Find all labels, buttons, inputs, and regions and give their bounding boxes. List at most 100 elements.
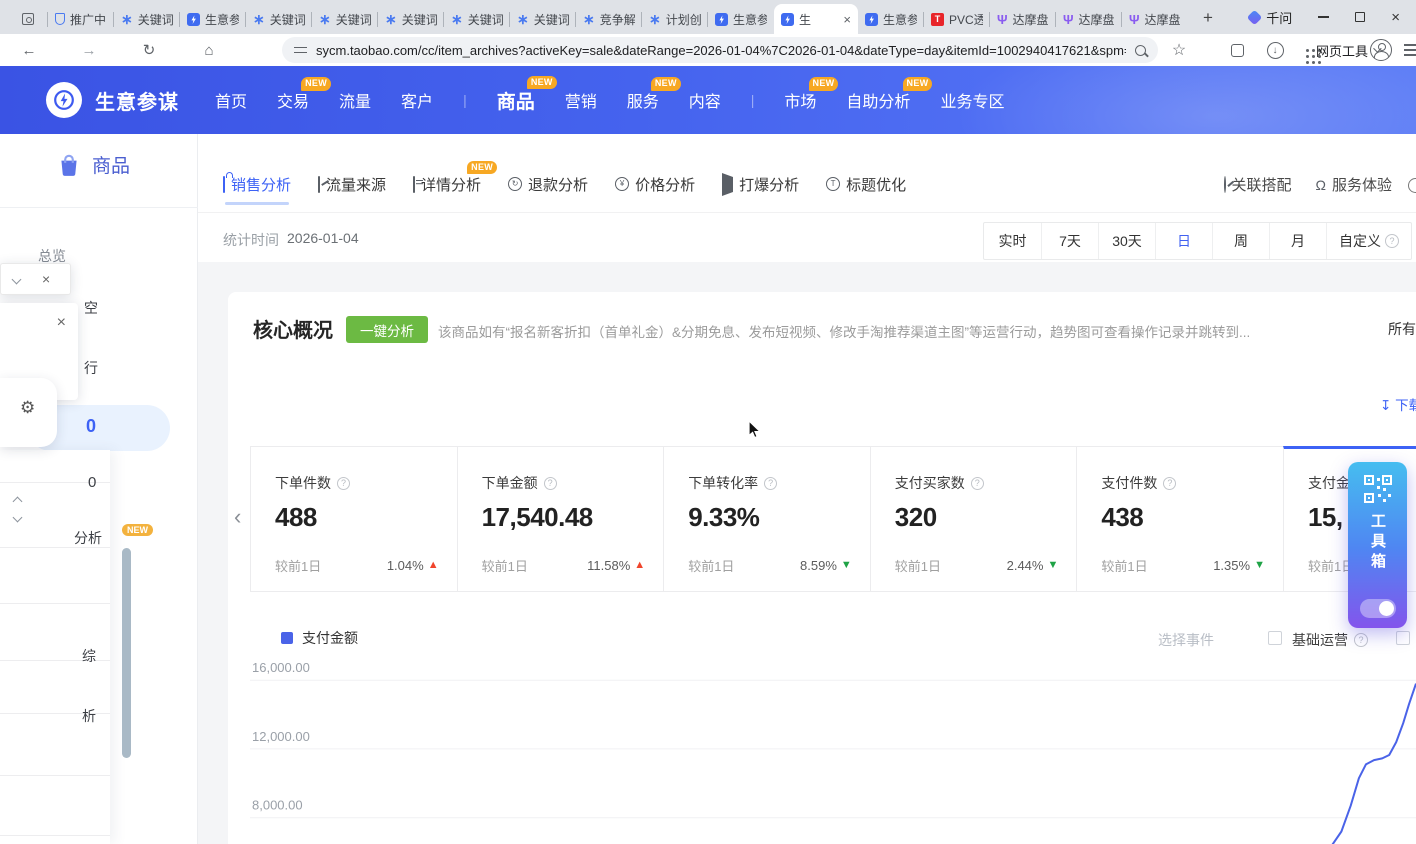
- nav-item-service[interactable]: 服务NEW: [627, 88, 659, 112]
- one-click-analyze-button[interactable]: 一键分析: [346, 316, 428, 343]
- browser-tab[interactable]: Ψ达摩盘: [990, 4, 1056, 34]
- clock-icon[interactable]: [1408, 178, 1416, 193]
- range-month[interactable]: 月: [1269, 223, 1326, 259]
- zoom-icon[interactable]: [1135, 45, 1146, 56]
- browser-tab[interactable]: TPVC透: [924, 4, 990, 34]
- url-text[interactable]: sycm.taobao.com/cc/item_archives?activeK…: [316, 43, 1126, 58]
- toolbox-toggle[interactable]: [1360, 599, 1396, 618]
- qianwen-button[interactable]: 千问: [1249, 8, 1292, 27]
- range-30d[interactable]: 30天: [1098, 223, 1155, 259]
- nav-item-content[interactable]: 内容: [689, 88, 721, 112]
- nav-item-market[interactable]: 市场NEW: [784, 88, 816, 112]
- tab-detail-analysis[interactable]: 详情分析NEW: [413, 174, 481, 201]
- help-icon[interactable]: ?: [971, 477, 984, 490]
- new-tab-button[interactable]: +: [1194, 4, 1222, 32]
- nav-item-business-zone[interactable]: 业务专区: [940, 88, 1004, 112]
- tab-related-match[interactable]: 关联搭配: [1224, 174, 1292, 201]
- forward-icon[interactable]: →: [76, 34, 102, 66]
- browser-tab[interactable]: Ψ达摩盘: [1056, 4, 1122, 34]
- gear-icon[interactable]: ⚙: [20, 398, 35, 418]
- window-maximize-button[interactable]: [1355, 12, 1365, 22]
- help-icon[interactable]: ?: [337, 477, 350, 490]
- browser-tab[interactable]: ∗关键词: [510, 4, 576, 34]
- nav-item-home[interactable]: 首页: [215, 88, 247, 112]
- tab-close-icon[interactable]: ×: [843, 12, 851, 27]
- toolbox-widget[interactable]: 工具箱: [1348, 462, 1407, 628]
- nav-item-marketing[interactable]: 营销: [565, 88, 597, 112]
- chevron-up-icon[interactable]: [13, 497, 23, 507]
- home-icon[interactable]: ⌂: [196, 34, 222, 66]
- browser-tab[interactable]: ∗竞争解: [576, 4, 642, 34]
- tab-price-analysis[interactable]: ¥价格分析: [615, 174, 695, 201]
- basic-ops-option[interactable]: 基础运营?: [1292, 630, 1368, 650]
- browser-tab[interactable]: ∗计划创: [642, 4, 708, 34]
- chevron-down-icon[interactable]: [12, 274, 22, 284]
- profile-avatar[interactable]: [1368, 34, 1394, 66]
- tab-refund-analysis[interactable]: ↻退款分析: [508, 174, 588, 201]
- floating-popup-collapsed[interactable]: ×: [0, 263, 71, 295]
- browser-tab[interactable]: ∗关键词: [312, 4, 378, 34]
- sidebar-item-partial[interactable]: 析: [82, 706, 96, 726]
- nav-item-goods[interactable]: 商品NEW: [497, 87, 535, 114]
- scrollbar-thumb[interactable]: [122, 548, 131, 758]
- nav-item-self-analysis[interactable]: 自助分析NEW: [846, 88, 910, 112]
- browser-tab[interactable]: 生意参: [180, 4, 246, 34]
- help-icon[interactable]: ?: [1354, 633, 1368, 647]
- window-minimize-button[interactable]: [1318, 16, 1329, 18]
- browser-tab[interactable]: ∗关键词: [114, 4, 180, 34]
- bookmark-star-icon[interactable]: ☆: [1166, 34, 1192, 66]
- tab-title-optimize[interactable]: T标题优化: [826, 174, 906, 201]
- sidebar-item-partial-active[interactable]: 0: [86, 416, 96, 437]
- browser-menu-icon[interactable]: [1398, 34, 1416, 66]
- sidebar-item-partial[interactable]: 空: [84, 298, 98, 318]
- sidebar-item-partial[interactable]: 分析: [74, 528, 102, 548]
- download-link[interactable]: ↧ 下载: [1380, 394, 1416, 414]
- sidebar-item-partial[interactable]: 综: [82, 646, 96, 666]
- metric-card[interactable]: 支付件数? 438 较前1日1.35%▼: [1076, 446, 1284, 592]
- back-icon[interactable]: ←: [16, 34, 42, 66]
- range-custom[interactable]: 自定义?: [1326, 223, 1411, 259]
- nav-item-traffic[interactable]: 流量: [339, 88, 371, 112]
- sidebar-item-partial[interactable]: 0: [88, 474, 96, 491]
- tab-traffic-source[interactable]: 流量来源: [318, 174, 386, 201]
- browser-tab[interactable]: Ψ达摩盘: [1122, 4, 1188, 34]
- help-icon[interactable]: ?: [544, 477, 557, 490]
- chevron-down-icon[interactable]: [13, 513, 23, 523]
- nav-item-trade[interactable]: 交易NEW: [277, 88, 309, 112]
- nav-item-customer[interactable]: 客户: [401, 88, 433, 112]
- range-realtime[interactable]: 实时: [984, 223, 1041, 259]
- tab-service-experience[interactable]: Ω服务体验: [1316, 174, 1392, 201]
- tab-sales-analysis[interactable]: 销售分析: [223, 174, 291, 201]
- browser-tab[interactable]: [8, 4, 48, 34]
- site-settings-icon[interactable]: [294, 45, 307, 56]
- terminal-filter-dropdown[interactable]: 所有: [1388, 319, 1416, 339]
- browser-tab[interactable]: 生意参: [708, 4, 774, 34]
- range-week[interactable]: 周: [1212, 223, 1269, 259]
- browser-tab[interactable]: 推广中: [48, 4, 114, 34]
- extensions-icon[interactable]: [1224, 34, 1250, 66]
- metric-card[interactable]: 下单转化率? 9.33% 较前1日8.59%▼: [663, 446, 871, 592]
- checkbox-second-option[interactable]: [1396, 631, 1410, 645]
- settings-mini-panel[interactable]: ⚙: [0, 378, 57, 447]
- browser-tab[interactable]: ∗关键词: [246, 4, 312, 34]
- checkbox-basic-ops[interactable]: [1268, 631, 1282, 645]
- reload-icon[interactable]: ↻: [136, 34, 162, 66]
- browser-tab[interactable]: ∗关键词: [444, 4, 510, 34]
- tab-hit-analysis[interactable]: 打爆分析: [722, 174, 799, 201]
- download-icon[interactable]: ↓: [1262, 34, 1288, 66]
- metric-card[interactable]: 下单件数? 488 较前1日1.04%▲: [250, 446, 458, 592]
- help-icon[interactable]: ?: [764, 477, 777, 490]
- sidebar-item-partial[interactable]: 行: [84, 358, 98, 378]
- help-icon[interactable]: ?: [1163, 477, 1176, 490]
- close-icon[interactable]: ×: [57, 315, 66, 331]
- range-day[interactable]: 日: [1155, 223, 1212, 259]
- carousel-left-icon[interactable]: ‹: [234, 504, 241, 530]
- close-icon[interactable]: ×: [42, 272, 50, 286]
- metric-card[interactable]: 下单金额? 17,540.48 较前1日11.58%▲: [457, 446, 665, 592]
- window-close-button[interactable]: ×: [1391, 10, 1400, 25]
- range-7d[interactable]: 7天: [1041, 223, 1098, 259]
- browser-tab-active[interactable]: 生×: [774, 4, 858, 34]
- help-icon[interactable]: ?: [1385, 234, 1399, 248]
- browser-tab[interactable]: ∗关键词: [378, 4, 444, 34]
- address-bar[interactable]: sycm.taobao.com/cc/item_archives?activeK…: [282, 37, 1158, 63]
